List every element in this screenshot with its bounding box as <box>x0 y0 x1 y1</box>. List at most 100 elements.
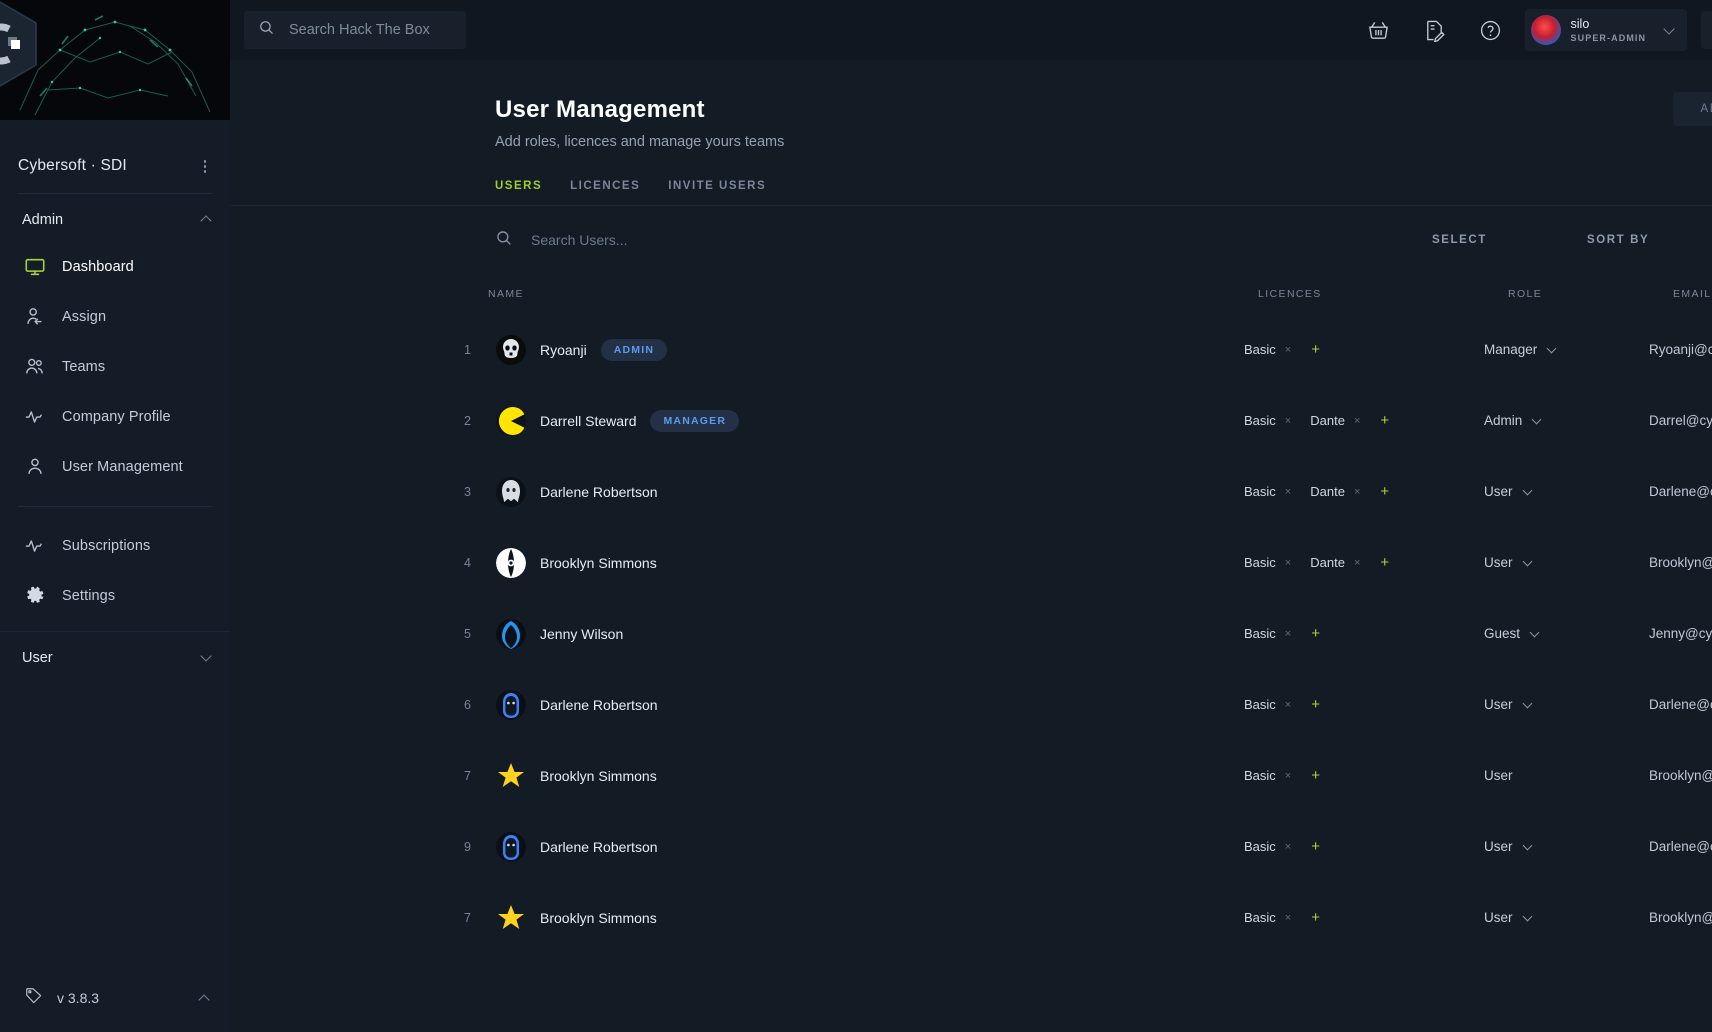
chevron-down-icon[interactable] <box>1531 629 1540 638</box>
org-row[interactable]: Cybersoft · SDI <box>0 120 230 193</box>
sidebar-item-dashboard[interactable]: Dashboard <box>0 242 230 292</box>
sort-by-button[interactable]: SORT BY <box>1587 234 1649 246</box>
add-licence-button[interactable]: + <box>1369 479 1400 504</box>
add-licence-button[interactable]: + <box>1300 905 1331 930</box>
licence-chip[interactable]: Basic× <box>1234 406 1300 435</box>
table-row[interactable]: 5Jenny WilsonBasic×+GuestJenny@cybersoft… <box>230 598 1712 669</box>
chevron-down-icon[interactable] <box>1524 913 1533 922</box>
add-licence-button[interactable]: + <box>1300 763 1331 788</box>
row-index: 5 <box>464 627 488 641</box>
chevron-up-icon[interactable] <box>199 993 210 1004</box>
global-search-input[interactable]: Search Hack The Box <box>244 11 466 49</box>
sidebar-item-teams[interactable]: Teams <box>0 342 230 392</box>
licence-name: Basic <box>1244 768 1276 783</box>
sidebar-section-user-head[interactable]: User <box>0 632 230 676</box>
licences-cell: Basic×Dante×+ <box>1234 406 1484 435</box>
role-cell[interactable]: User <box>1484 697 1649 712</box>
chevron-down-icon[interactable] <box>1524 558 1533 567</box>
chevron-down-icon[interactable] <box>1524 700 1533 709</box>
remove-licence-icon[interactable]: × <box>1285 415 1291 427</box>
sidebar-item-settings[interactable]: Settings <box>0 571 230 621</box>
user-search-input[interactable]: Search Users... <box>495 229 1432 252</box>
add-licence-button[interactable]: + <box>1369 550 1400 575</box>
tab-invite-users[interactable]: INVITE USERS <box>668 180 766 206</box>
add-licence-button[interactable]: + <box>1369 408 1400 433</box>
table-row[interactable]: 4Brooklyn SimmonsBasic×Dante×+UserBrookl… <box>230 527 1712 598</box>
sidebar-item-label: Assign <box>62 309 106 325</box>
add-licence-button[interactable]: + <box>1300 692 1331 717</box>
licence-chip[interactable]: Basic× <box>1234 335 1300 364</box>
remove-licence-icon[interactable]: × <box>1285 699 1291 711</box>
offline-status-button[interactable]: OFFLINE <box>1701 11 1712 49</box>
sidebar-section-admin[interactable]: Admin <box>0 194 230 238</box>
user-name: Darlene Robertson <box>540 839 658 855</box>
table-row[interactable]: 6Darlene RobertsonBasic×+UserDarlene@cyb… <box>230 669 1712 740</box>
licence-chip[interactable]: Dante× <box>1300 548 1369 577</box>
licence-chip[interactable]: Dante× <box>1300 477 1369 506</box>
licences-cell: Basic×+ <box>1234 619 1484 648</box>
profile-menu[interactable]: silo SUPER-ADMIN <box>1525 9 1688 51</box>
sidebar-item-subscriptions[interactable]: Subscriptions <box>0 521 230 571</box>
version-row[interactable]: v 3.8.3 <box>0 968 230 1032</box>
add-licence-button[interactable]: + <box>1300 621 1331 646</box>
table-row[interactable]: 3Darlene RobertsonBasic×Dante×+UserDarle… <box>230 456 1712 527</box>
role-cell[interactable]: User <box>1484 555 1649 570</box>
document-edit-icon[interactable] <box>1407 7 1463 53</box>
tab-users[interactable]: USERS <box>495 180 542 206</box>
table-row[interactable]: 2Darrell StewardMANAGERBasic×Dante×+Admi… <box>230 385 1712 456</box>
table-row[interactable]: 7Brooklyn SimmonsBasic×+UserBrooklyn@cyb… <box>230 882 1712 953</box>
sidebar-item-assign[interactable]: Assign <box>0 292 230 342</box>
licence-chip[interactable]: Dante× <box>1300 406 1369 435</box>
role-cell[interactable]: User <box>1484 839 1649 854</box>
chevron-down-icon[interactable] <box>1533 416 1542 425</box>
chevron-down-icon[interactable] <box>1524 842 1533 851</box>
role-cell[interactable]: Admin <box>1484 413 1649 428</box>
chevron-down-icon[interactable] <box>201 652 212 663</box>
select-button[interactable]: SELECT <box>1432 234 1487 246</box>
role-cell[interactable]: Guest <box>1484 626 1649 641</box>
remove-licence-icon[interactable]: × <box>1285 912 1291 924</box>
email-cell: Brooklyn@cybersoft.com <box>1649 768 1712 783</box>
remove-licence-icon[interactable]: × <box>1285 841 1291 853</box>
table-row[interactable]: 1RyoanjiADMINBasic×+ManagerRyoanji@cyber… <box>230 314 1712 385</box>
add-user-button[interactable]: ADD USER <box>1673 92 1712 126</box>
remove-licence-icon[interactable]: × <box>1354 557 1360 569</box>
kebab-menu-icon[interactable] <box>198 156 213 177</box>
add-licence-button[interactable]: + <box>1300 834 1331 859</box>
app-root: Cybersoft · SDI Admin Dashboard <box>0 0 1712 1032</box>
main-area: Search Hack The Box <box>230 0 1712 1032</box>
remove-licence-icon[interactable]: × <box>1354 415 1360 427</box>
add-licence-button[interactable]: + <box>1300 337 1331 362</box>
licence-chip[interactable]: Basic × <box>1234 761 1300 790</box>
sidebar-item-company-profile[interactable]: Company Profile <box>0 392 230 442</box>
table-row[interactable]: 9Darlene RobertsonBasic×+UserDarlene@cyb… <box>230 811 1712 882</box>
help-circle-icon[interactable] <box>1463 7 1519 53</box>
remove-licence-icon[interactable]: × <box>1285 344 1291 356</box>
email-cell: Brooklyn@cybersoft.com <box>1649 910 1712 925</box>
remove-licence-icon[interactable]: × <box>1285 486 1291 498</box>
licence-chip[interactable]: Basic× <box>1234 477 1300 506</box>
basket-icon[interactable] <box>1351 7 1407 53</box>
remove-licence-icon[interactable]: × <box>1285 628 1291 640</box>
sidebar-item-user-management[interactable]: User Management <box>0 442 230 492</box>
remove-licence-icon[interactable]: × <box>1285 557 1291 569</box>
chevron-down-icon[interactable] <box>1664 25 1675 36</box>
role-cell[interactable]: User <box>1484 768 1649 783</box>
pulse-icon <box>24 406 46 428</box>
tab-licences[interactable]: LICENCES <box>570 180 640 206</box>
remove-licence-icon[interactable]: × <box>1354 486 1360 498</box>
role-cell[interactable]: User <box>1484 484 1649 499</box>
role-cell[interactable]: Manager <box>1484 342 1649 357</box>
chevron-down-icon[interactable] <box>1548 345 1557 354</box>
user-name: Brooklyn Simmons <box>540 555 657 571</box>
licence-chip[interactable]: Basic× <box>1234 619 1300 648</box>
licence-chip[interactable]: Basic× <box>1234 690 1300 719</box>
chevron-down-icon[interactable] <box>1524 487 1533 496</box>
licence-chip[interactable]: Basic× <box>1234 548 1300 577</box>
remove-licence-icon[interactable]: × <box>1285 770 1291 782</box>
chevron-up-icon[interactable] <box>201 214 212 225</box>
role-cell[interactable]: User <box>1484 910 1649 925</box>
licence-chip[interactable]: Basic× <box>1234 832 1300 861</box>
licence-chip[interactable]: Basic× <box>1234 903 1300 932</box>
table-row[interactable]: 7Brooklyn SimmonsBasic×+UserBrooklyn@cyb… <box>230 740 1712 811</box>
